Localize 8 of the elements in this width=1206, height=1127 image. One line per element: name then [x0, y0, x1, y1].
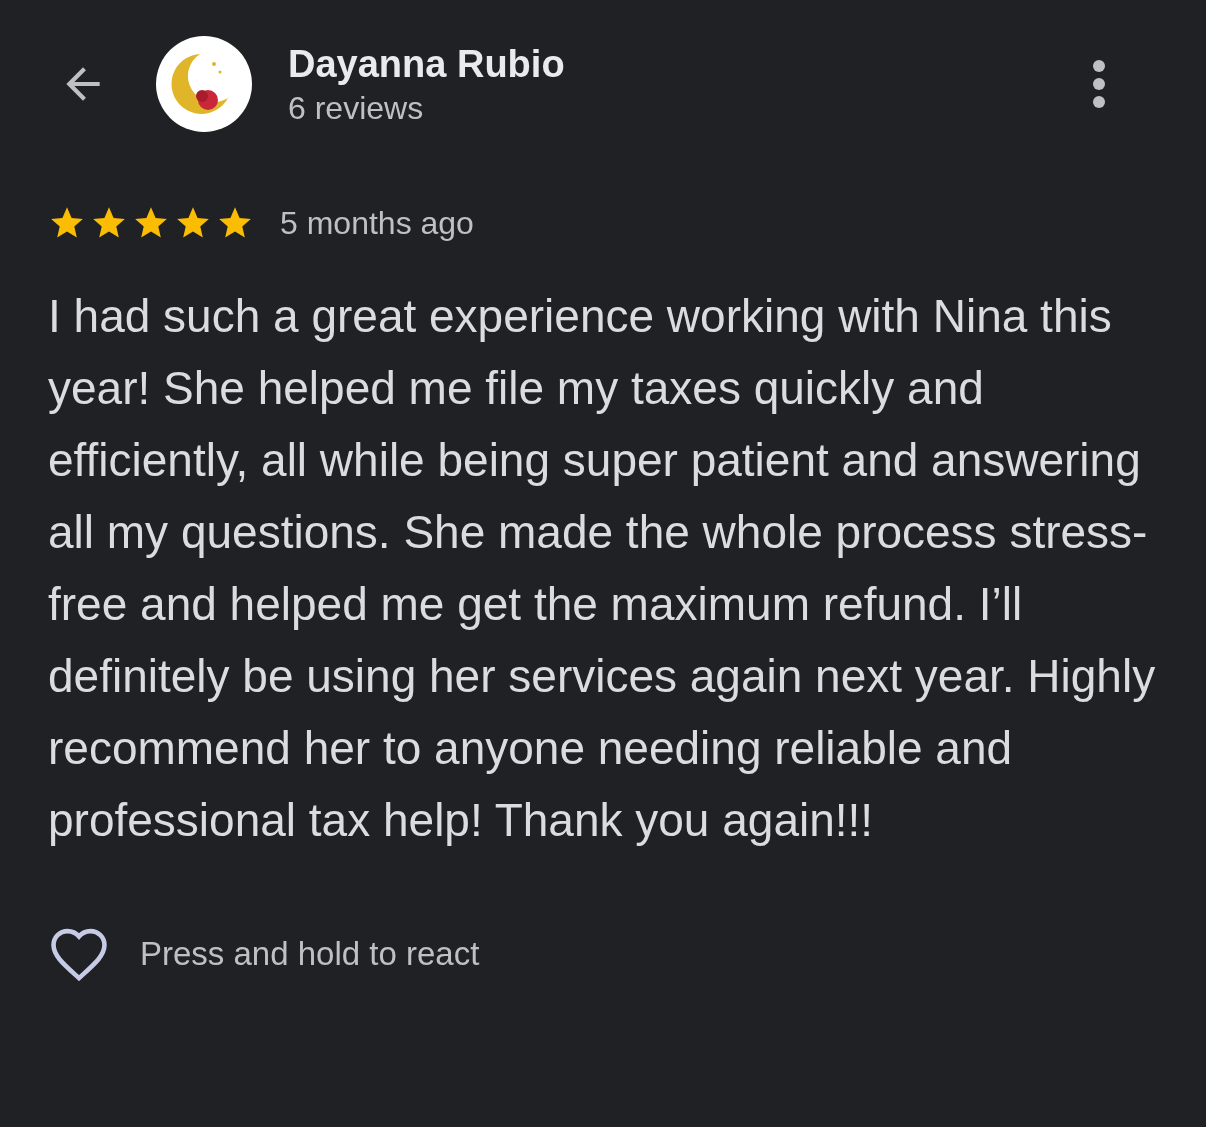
avatar-logo-icon — [156, 36, 252, 132]
review-text: I had such a great experience working with Nina this year! She helped me file my taxes quickly and efficiently, all while being super patient and answering all my questions. She made the whole process stress-free and helped me get the maximum refund. I’ll definitely be using her services again next year. Highly recommend her to anyone needing reliable and professional tax help! Thank you again!!! — [48, 289, 1157, 848]
review-count: 6 reviews — [288, 89, 425, 128]
review-time: 5 months ago — [280, 204, 474, 242]
reviewer-name: Dayanna Rubio — [288, 42, 566, 87]
heart-button[interactable] — [48, 926, 110, 982]
react-hint: Press and hold to react — [140, 935, 480, 973]
more-options-button[interactable] — [1092, 59, 1106, 109]
